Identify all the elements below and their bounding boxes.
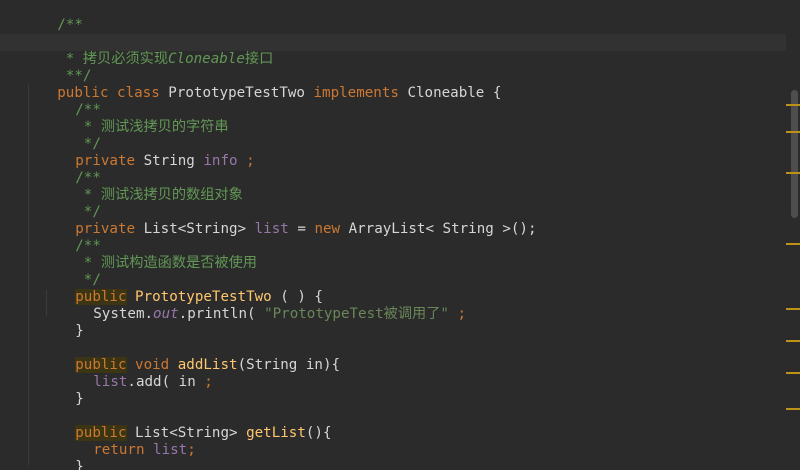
scrollbar-warning-marker[interactable] xyxy=(786,408,800,410)
code-editor[interactable]: /** * author 雨露 * 拷贝必须实现Cloneable接口 **/ … xyxy=(0,0,800,470)
code-line-4[interactable]: **/ xyxy=(0,51,790,84)
scrollbar-warning-marker[interactable] xyxy=(786,131,800,133)
code-line-3-current[interactable]: * 拷贝必须实现Cloneable接口 xyxy=(0,34,790,67)
code-line-14[interactable]: /** xyxy=(0,221,790,254)
code-line-5[interactable]: public class PrototypeTestTwo implements… xyxy=(0,68,790,101)
code-line-1[interactable]: /** xyxy=(0,0,790,33)
code-line-17[interactable]: public PrototypeTestTwo ( ) { xyxy=(0,272,790,305)
code-line-24[interactable] xyxy=(0,391,790,408)
code-line-20[interactable] xyxy=(0,323,790,340)
code-line-19[interactable]: } xyxy=(0,306,790,339)
scrollbar-warning-marker[interactable] xyxy=(786,243,800,245)
scrollbar-warning-marker[interactable] xyxy=(786,104,800,106)
code-line-22[interactable]: list.add( in ; xyxy=(0,357,790,390)
code-line-13[interactable]: private List<String> list = new ArrayLis… xyxy=(0,204,790,237)
code-line-11[interactable]: * 测试浅拷贝的数组对象 xyxy=(0,170,790,203)
code-line-2[interactable]: * author 雨露 xyxy=(0,17,790,50)
code-line-25[interactable]: public List<String> getList(){ xyxy=(0,408,790,441)
scrollbar-thumb[interactable] xyxy=(791,90,798,218)
code-line-21[interactable]: public void addList(String in){ xyxy=(0,340,790,373)
code-line-15[interactable]: * 测试构造函数是否被使用 xyxy=(0,238,790,271)
code-line-7[interactable]: * 测试浅拷贝的字符串 xyxy=(0,102,790,135)
scrollbar-warning-marker[interactable] xyxy=(786,372,800,374)
code-line-12[interactable]: */ xyxy=(0,187,790,220)
code-line-8[interactable]: */ xyxy=(0,119,790,152)
code-line-23[interactable]: } xyxy=(0,374,790,407)
scrollbar-warning-marker[interactable] xyxy=(786,308,800,310)
brace-token: } xyxy=(75,459,84,470)
code-line-6[interactable]: /** xyxy=(0,85,790,118)
code-line-18[interactable]: System.out.println( "PrototypeTest被调用了" … xyxy=(0,289,790,322)
scrollbar-warning-marker[interactable] xyxy=(786,172,800,174)
code-line-27[interactable]: } xyxy=(0,442,790,470)
code-area[interactable]: /** * author 雨露 * 拷贝必须实现Cloneable接口 **/ … xyxy=(0,0,790,470)
scrollbar-track[interactable] xyxy=(786,0,800,470)
scrollbar-warning-marker[interactable] xyxy=(786,340,800,342)
code-line-10[interactable]: /** xyxy=(0,153,790,186)
code-line-16[interactable]: */ xyxy=(0,255,790,288)
code-line-26[interactable]: return list; xyxy=(0,425,790,458)
code-line-9[interactable]: private String info ; xyxy=(0,136,790,169)
